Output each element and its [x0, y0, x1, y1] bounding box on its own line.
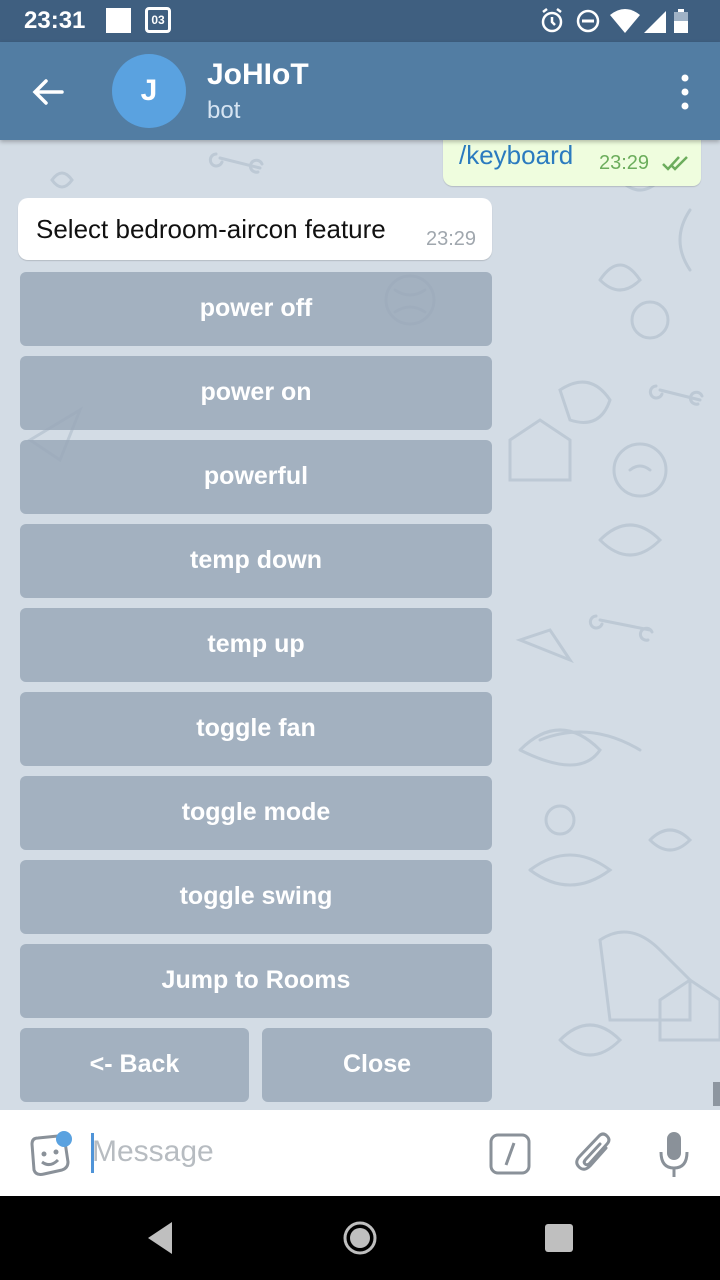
alarm-icon [541, 8, 563, 33]
message-text[interactable]: /keyboard [459, 140, 573, 171]
attachment-icon[interactable] [572, 1128, 616, 1178]
keyboard-button-close[interactable]: Close [262, 1028, 492, 1102]
chat-title[interactable]: JoHIoT [207, 58, 309, 92]
wifi-icon [610, 9, 640, 33]
keyboard-button-temp-up[interactable]: temp up [20, 608, 492, 682]
battery-icon [674, 9, 688, 33]
keyboard-button-power-on[interactable]: power on [20, 356, 492, 430]
message-input[interactable] [92, 1126, 472, 1178]
bot-command-icon[interactable] [488, 1132, 532, 1176]
keyboard-button-temp-down[interactable]: temp down [20, 524, 492, 598]
keyboard-button-toggle-mode[interactable]: toggle mode [20, 776, 492, 850]
nav-recents-icon[interactable] [545, 1224, 573, 1252]
avatar[interactable]: J [112, 54, 186, 128]
sticker-icon[interactable] [24, 1130, 74, 1180]
notification-square-icon [106, 8, 131, 33]
status-time: 23:31 [24, 7, 86, 34]
keyboard-button-toggle-swing[interactable]: toggle swing [20, 860, 492, 934]
keyboard-button-back[interactable]: <- Back [20, 1028, 249, 1102]
chat-area: /keyboard 23:29 Select bedroom-aircon fe… [0, 140, 720, 1110]
message-time: 23:29 [599, 152, 650, 174]
back-arrow-icon[interactable] [28, 72, 68, 112]
double-check-icon [662, 156, 688, 171]
microphone-icon[interactable] [656, 1130, 692, 1180]
calendar-icon: 03 [145, 7, 171, 33]
keyboard-button-powerful[interactable]: powerful [20, 440, 492, 514]
scrollbar-thumb[interactable] [713, 1082, 720, 1106]
chat-header: J JoHIoT bot [0, 42, 720, 140]
keyboard-button-power-off[interactable]: power off [20, 272, 492, 346]
keyboard-button-toggle-fan[interactable]: toggle fan [20, 692, 492, 766]
status-bar: 23:31 03 [0, 0, 720, 42]
nav-home-icon[interactable] [342, 1220, 378, 1256]
incoming-message[interactable]: Select bedroom-aircon feature 23:29 [18, 198, 492, 260]
message-text[interactable]: Select bedroom-aircon feature [36, 214, 386, 245]
android-nav-bar [0, 1196, 720, 1280]
dnd-icon [576, 9, 600, 33]
message-input-bar [0, 1110, 720, 1196]
message-time: 23:29 [426, 228, 477, 250]
outgoing-message[interactable]: /keyboard 23:29 [443, 140, 701, 186]
keyboard-button-jump-to-rooms[interactable]: Jump to Rooms [20, 944, 492, 1018]
signal-icon [644, 11, 666, 33]
chat-subtitle: bot [207, 97, 241, 124]
status-icons [541, 8, 688, 33]
nav-back-icon[interactable] [144, 1220, 176, 1256]
more-menu-icon[interactable] [680, 74, 690, 110]
